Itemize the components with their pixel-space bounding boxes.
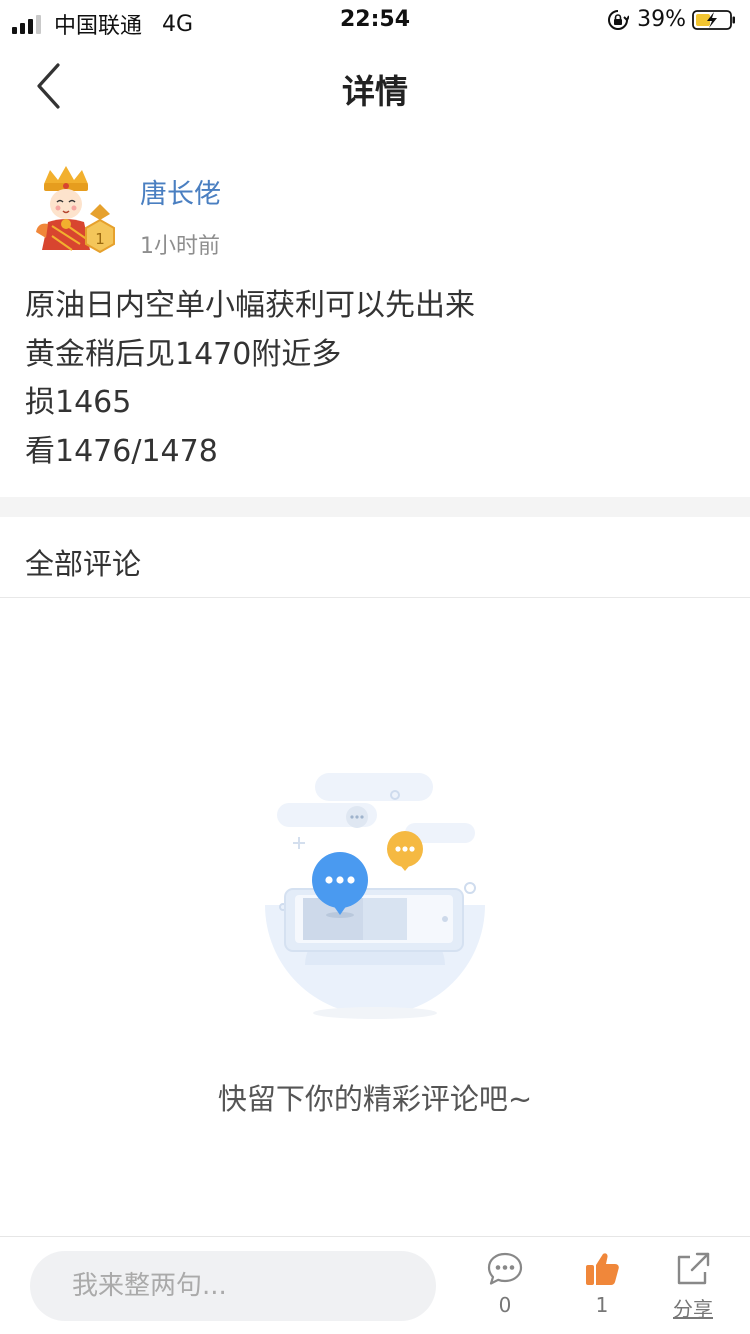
- share-button[interactable]: 分享: [663, 1251, 723, 1333]
- post-line: 原油日内空单小幅获利可以先出来: [25, 288, 475, 323]
- thumbs-up-icon: [586, 1253, 619, 1285]
- share-icon: [677, 1252, 710, 1285]
- share-label: 分享: [673, 1297, 713, 1321]
- orientation-lock-icon: [608, 9, 630, 30]
- comments-header: 全部评论: [0, 517, 750, 598]
- post-line: 看1476/1478: [25, 433, 218, 469]
- empty-comments-text: 快留下你的精彩评论吧~: [217, 1082, 533, 1116]
- like-count: 1: [595, 1293, 609, 1317]
- post-card: 1 唐长佬 1小时前 原油日内空单小幅获利可以先出来 黄金稍后见1470附近多 …: [0, 132, 750, 497]
- like-button[interactable]: 1: [572, 1251, 632, 1333]
- comment-bubble-icon: [487, 1252, 523, 1285]
- avatar-badge-level: 1: [95, 230, 105, 248]
- author-name[interactable]: 唐长佬: [140, 172, 221, 211]
- battery-charging-icon: [692, 9, 735, 30]
- avatar[interactable]: 1: [28, 164, 124, 264]
- status-bar: 中国联通 4G 22:54 39%: [0, 0, 750, 40]
- section-divider: [0, 497, 750, 517]
- comment-input[interactable]: [30, 1251, 436, 1321]
- status-right: 39%: [607, 7, 736, 32]
- page-title: 详情: [342, 72, 408, 111]
- post-line: 损1465: [25, 385, 132, 420]
- detail-page: 中国联通 4G 22:54 39% 详情 1 唐长佬 1小时前 原油日内空单小幅…: [0, 0, 750, 1334]
- post-time: 1小时前: [140, 234, 220, 259]
- post-content: 原油日内空单小幅获利可以先出来 黄金稍后见1470附近多 损1465 看1476…: [25, 282, 725, 476]
- nav-bar: 详情: [0, 40, 750, 132]
- comment-count: 0: [498, 1293, 512, 1317]
- empty-comments-illustration: [265, 773, 485, 1019]
- post-line: 黄金稍后见1470附近多: [25, 336, 342, 372]
- battery-percent: 39%: [637, 7, 686, 32]
- comments-title: 全部评论: [25, 547, 142, 581]
- bottom-bar: 0 1 分享: [0, 1236, 750, 1334]
- comment-count-button[interactable]: 0: [475, 1251, 535, 1333]
